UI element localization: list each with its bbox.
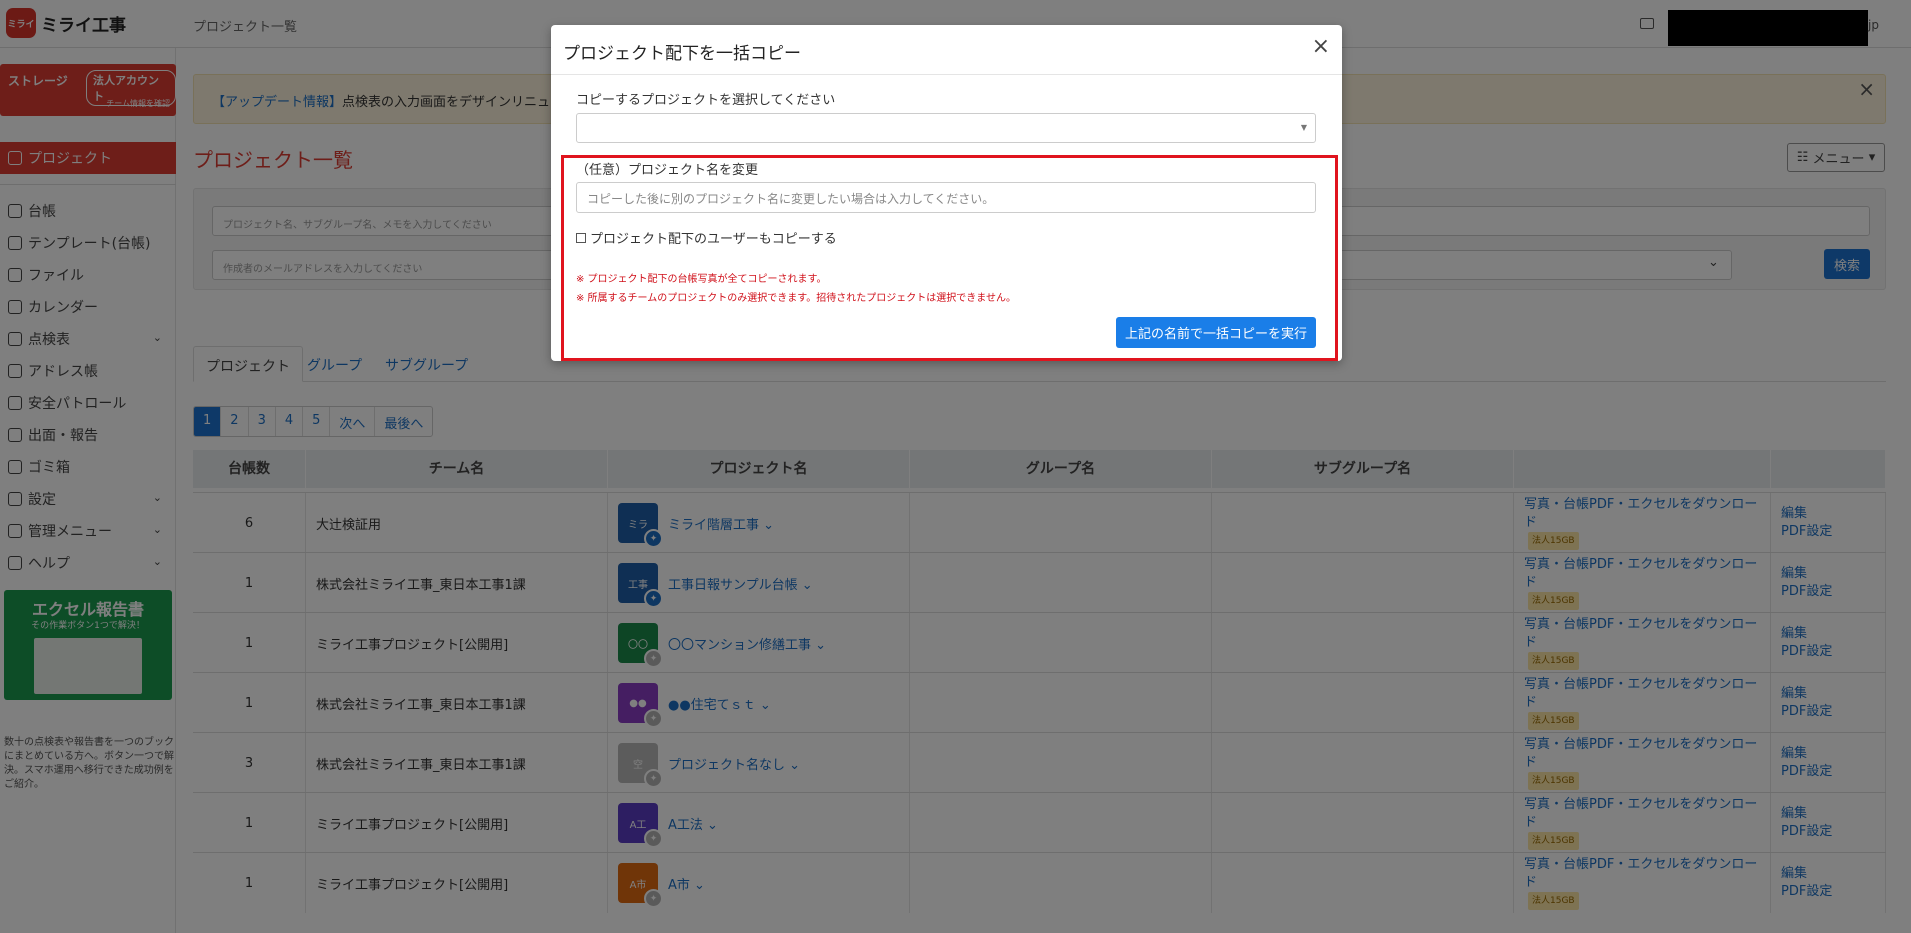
close-icon[interactable]: ×	[1312, 36, 1330, 58]
modal-header: プロジェクト配下を一括コピー ×	[551, 25, 1342, 75]
bulk-copy-modal: プロジェクト配下を一括コピー × コピーするプロジェクトを選択してください ▼ …	[551, 25, 1342, 361]
note-team-only: ※ 所属するチームのプロジェクトのみ選択できます。招待されたプロジェクトは選択で…	[576, 293, 1016, 304]
copy-users-row[interactable]: プロジェクト配下のユーザーもコピーする	[576, 228, 837, 247]
note-copy-all: ※ プロジェクト配下の台帳写真が全てコピーされます。	[576, 274, 827, 285]
caret-down-icon: ▼	[1300, 123, 1307, 132]
copy-users-label: プロジェクト配下のユーザーもコピーする	[590, 232, 837, 247]
app-root: ミライ ミライ工事 プロジェクト一覧 jp ストレージ 法人アカウント チーム情…	[0, 0, 1911, 933]
project-select-label: コピーするプロジェクトを選択してください	[576, 93, 836, 108]
modal-title: プロジェクト配下を一括コピー	[563, 44, 801, 64]
rename-input[interactable]: コピーした後に別のプロジェクト名に変更したい場合は入力してください。	[576, 182, 1316, 213]
execute-copy-button[interactable]: 上記の名前で一括コピーを実行	[1116, 317, 1316, 348]
rename-label: （任意）プロジェクト名を変更	[576, 163, 759, 178]
copy-users-checkbox[interactable]	[576, 232, 586, 243]
project-select[interactable]: ▼	[576, 113, 1316, 143]
